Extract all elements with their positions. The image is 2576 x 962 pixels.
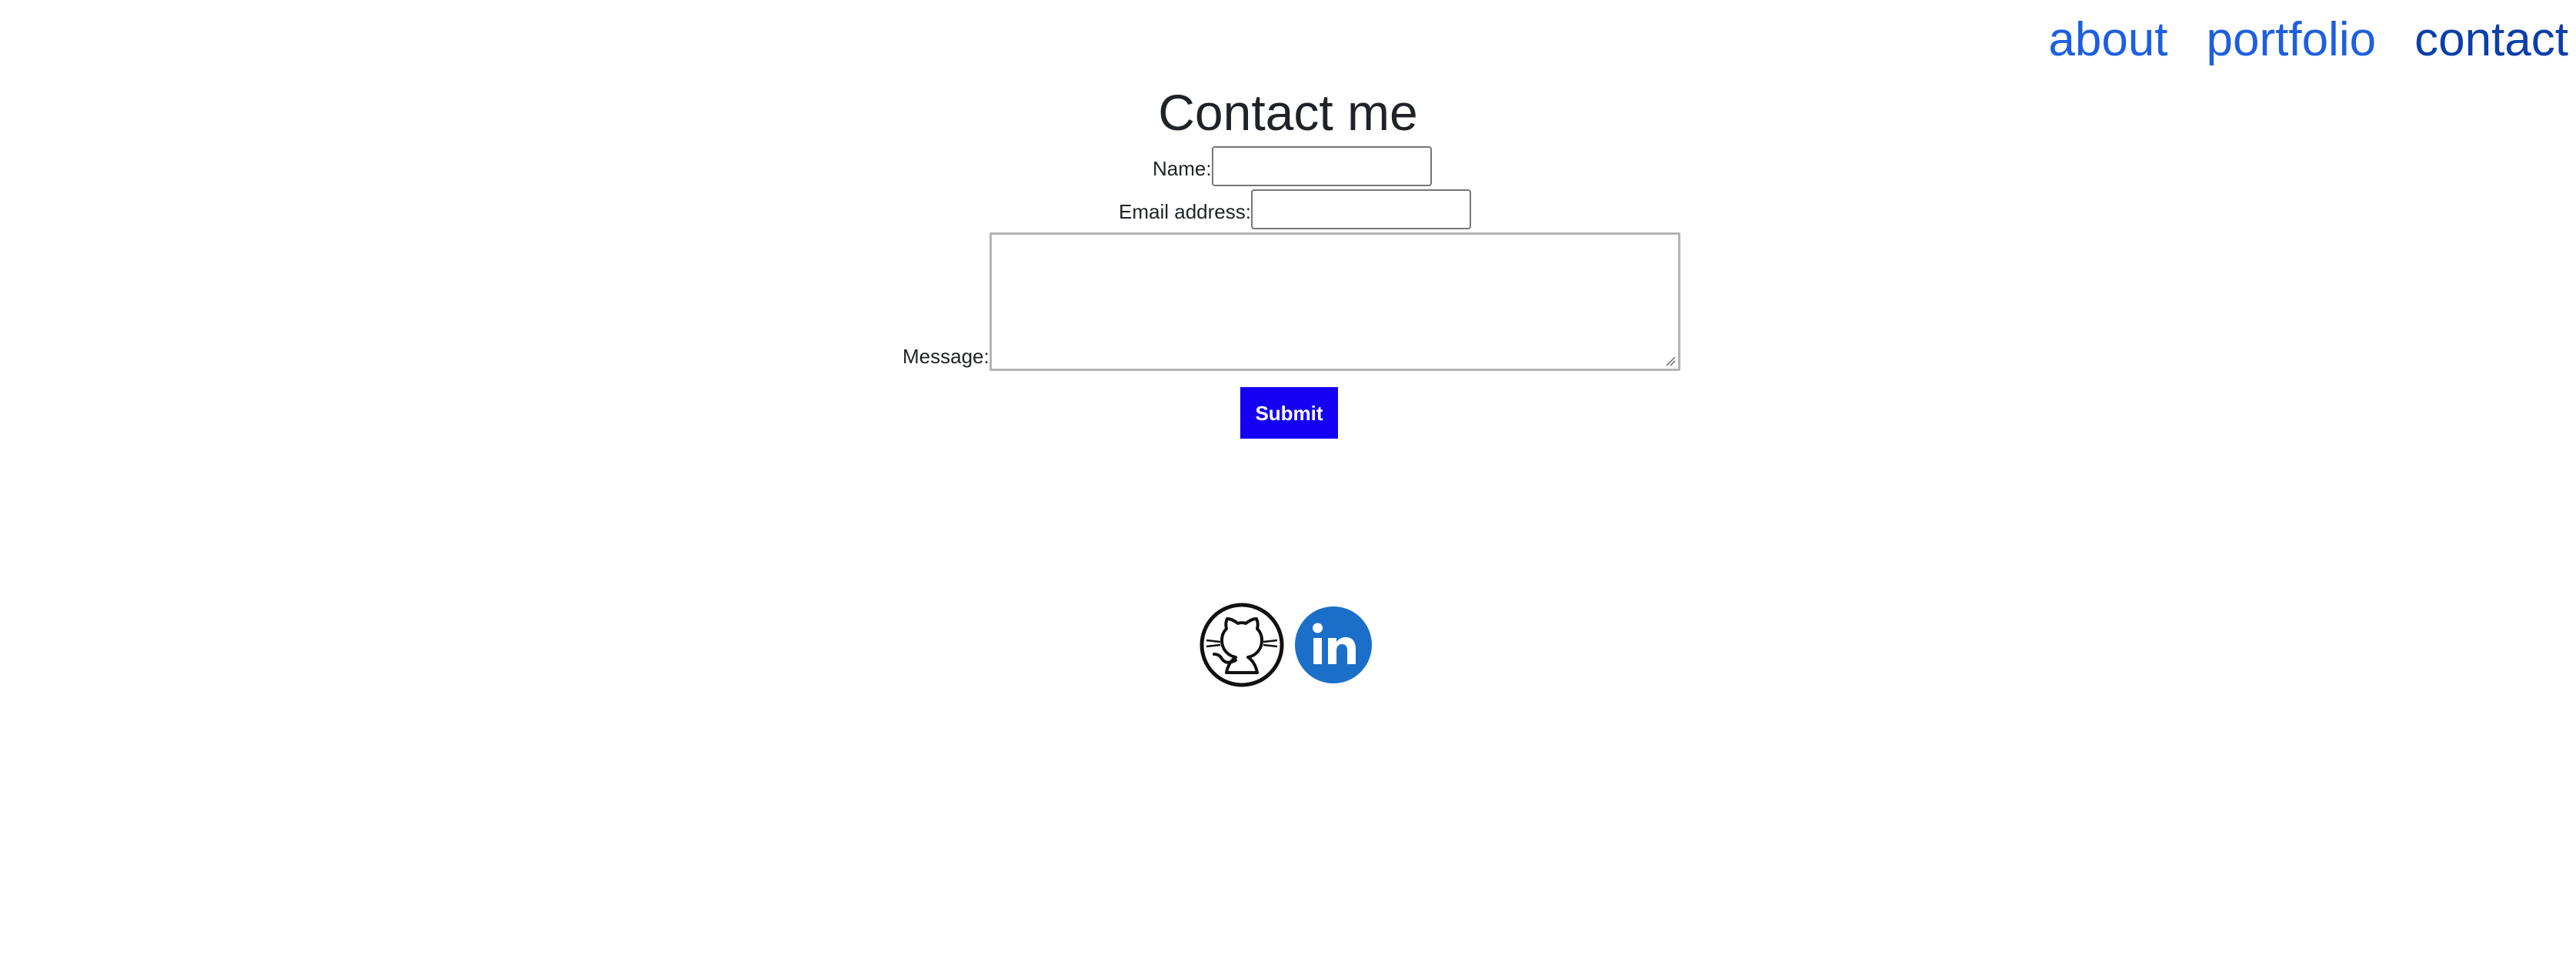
social-links: [1199, 602, 1373, 692]
page-title: Contact me: [1158, 84, 1418, 141]
nav-portfolio-link[interactable]: portfolio: [2207, 11, 2377, 69]
resize-handle-icon[interactable]: [1665, 356, 1676, 366]
linkedin-icon: [1295, 606, 1372, 683]
email-row: Email address:: [1119, 189, 1471, 229]
name-label: Name:: [1153, 157, 1212, 180]
name-input[interactable]: [1211, 146, 1432, 186]
top-nav: about portfolio contact: [2048, 11, 2568, 69]
message-row: Message:: [903, 232, 1680, 371]
email-label: Email address:: [1119, 200, 1251, 223]
email-input[interactable]: [1250, 189, 1471, 229]
nav-contact-link[interactable]: contact: [2414, 11, 2568, 69]
submit-button[interactable]: Submit: [1240, 387, 1338, 439]
message-textarea[interactable]: [989, 232, 1680, 371]
linkedin-link[interactable]: [1294, 606, 1373, 688]
name-row: Name:: [1153, 146, 1432, 186]
github-link[interactable]: [1199, 602, 1285, 692]
nav-about-link[interactable]: about: [2048, 11, 2167, 69]
message-label: Message:: [903, 345, 989, 368]
github-icon: [1200, 603, 1284, 687]
